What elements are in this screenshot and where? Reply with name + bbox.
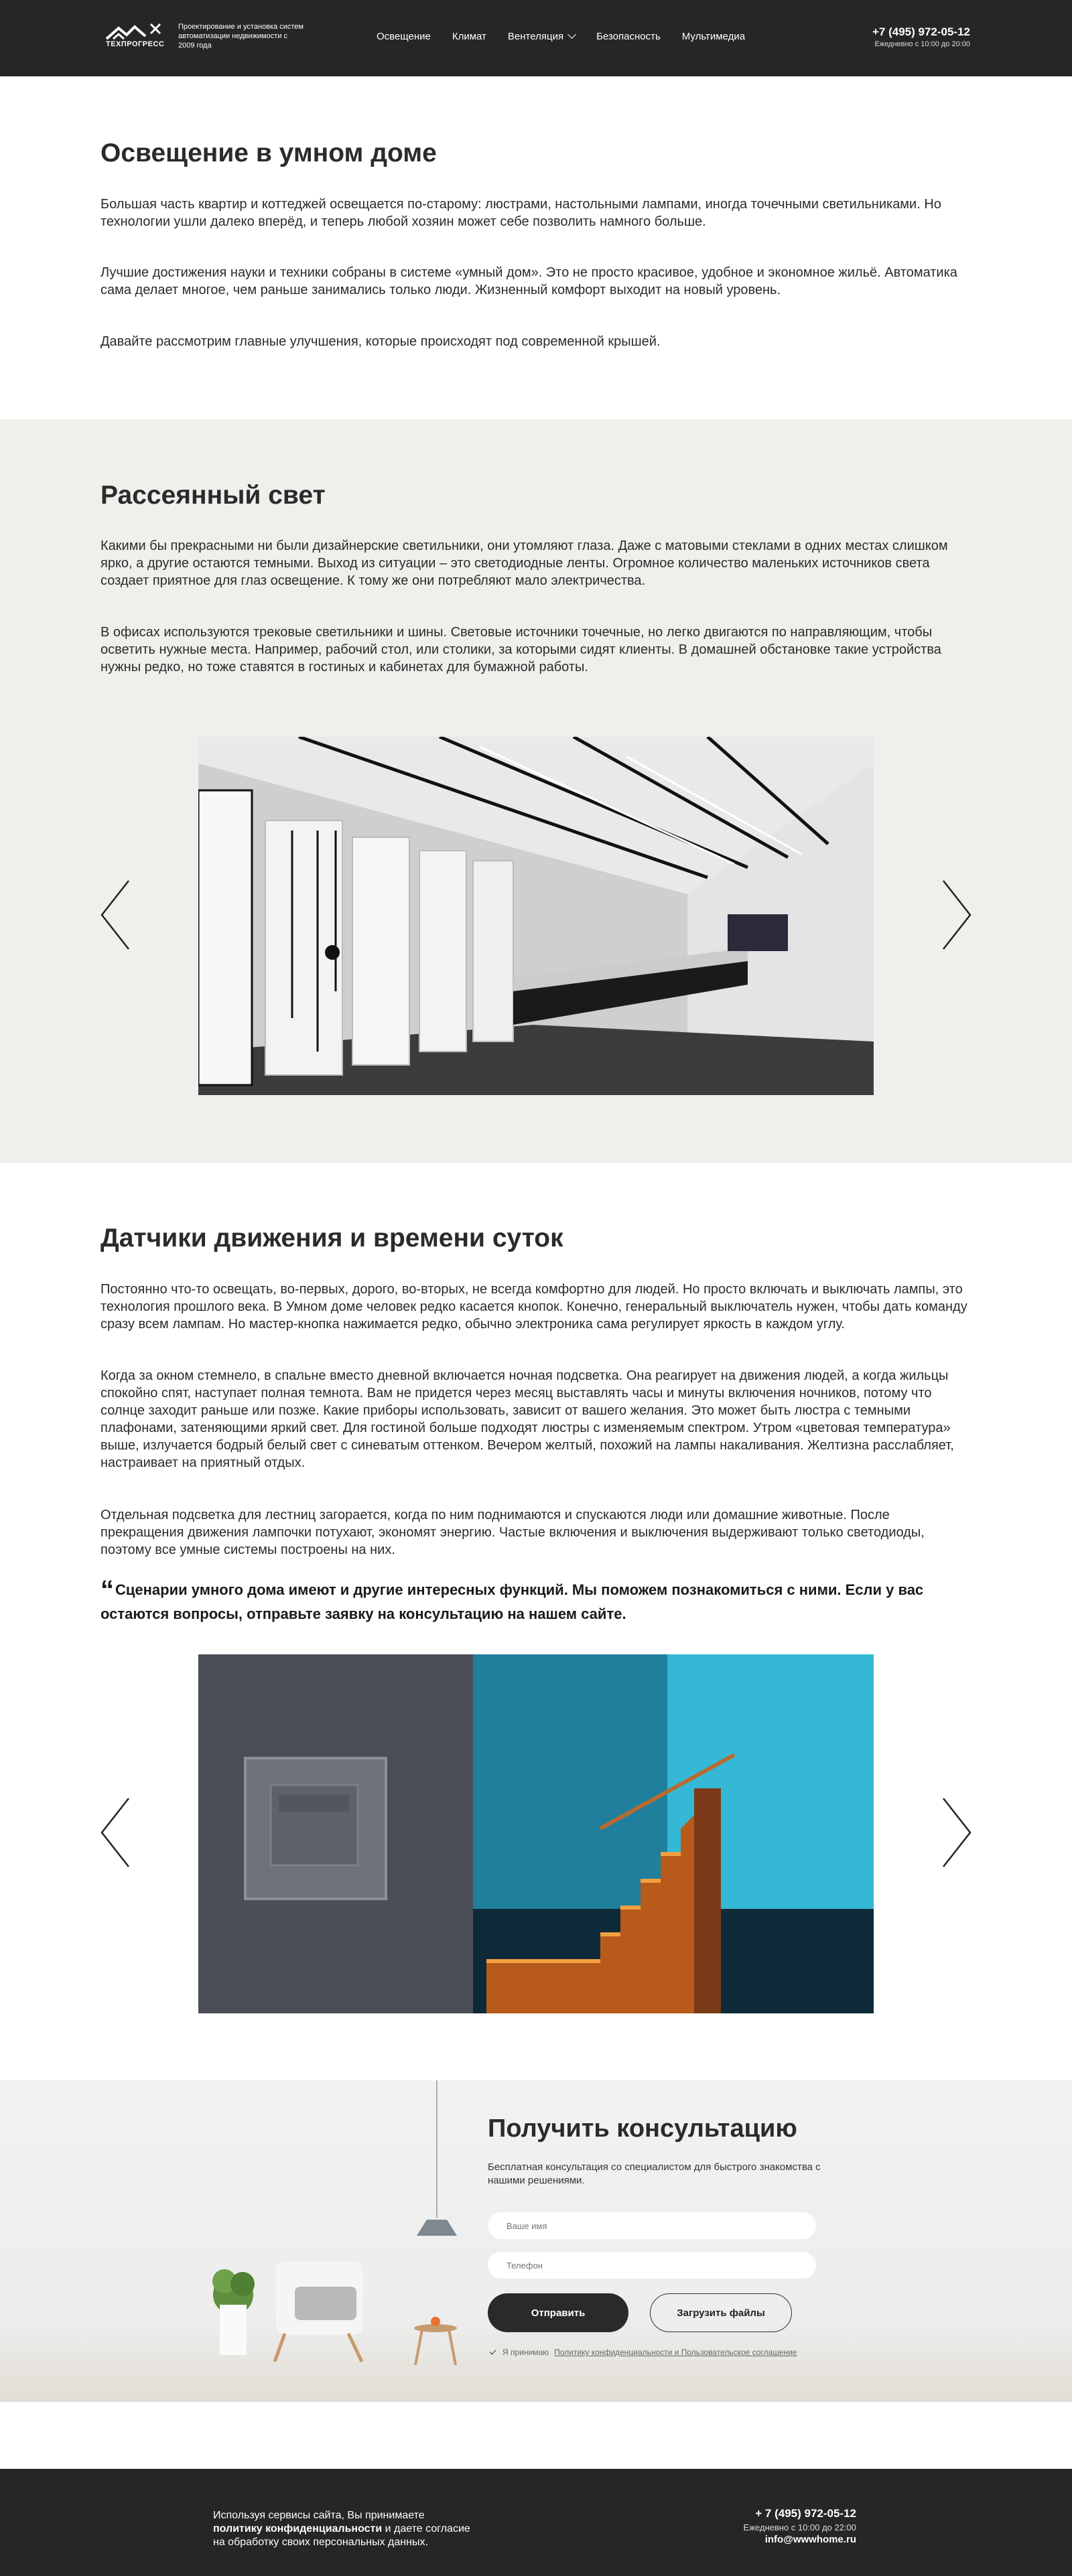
name-input[interactable] [488,2212,816,2239]
footer-note-4: на обработку своих персональных данных. [213,2536,428,2548]
sensors-paragraph-2: Когда за окном стемнело, в спальне вмест… [100,1368,954,1470]
diffuse-paragraph-2: В офисах используются трековые светильни… [100,625,941,674]
logo-house-icon[interactable] [104,20,171,54]
footer-note-1: Используя сервисы сайта, Вы принимаете [213,2510,425,2521]
cta-quote-text: Сценарии умного дома имеют и другие инте… [100,1581,924,1622]
nav-item-security[interactable]: Безопасность [596,31,661,42]
nav-item-multimedia[interactable]: Мультимедиа [682,31,745,42]
upload-files-button[interactable]: Загрузить файлы [650,2293,792,2332]
arrow-right-icon[interactable] [941,878,973,952]
diffuse-paragraph-1: Какими бы прекрасными ни были дизайнерск… [100,539,948,588]
intro-paragraph-3: Давайте рассмотрим главные улучшения, ко… [100,334,661,349]
sensors-paragraph-3: Отдельная подсветка для лестниц загорает… [100,1508,925,1557]
nav-item-climate[interactable]: Климат [452,31,486,42]
checkmark-icon[interactable] [489,2348,497,2356]
footer-note-3: и даете согласие [382,2523,470,2534]
arrow-right-icon[interactable] [941,1796,973,1869]
intro-section [0,76,1072,419]
intro-title: Освещение в умном доме [100,139,437,167]
main-nav: Освещение Климат Вентеляция Безопасность… [377,30,766,42]
header-tagline: Проектирование и установка систем автома… [178,23,304,50]
cta-quote: “Сценарии умного дома имеют и другие инт… [100,1575,972,1626]
consult-subtitle: Бесплатная консультация со специалистом … [488,2161,821,2186]
showroom-image [198,737,874,1095]
agree-text: Я принимаю [503,2348,549,2357]
header-hours: Ежедневно с 10:00 до 20:00 [874,40,970,48]
agreement: Я принимаю Политику конфиденциальности и… [489,2348,797,2357]
site-footer: Используя сервисы сайта, Вы принимаете п… [0,2469,1072,2576]
consult-title: Получить консультацию [488,2115,797,2143]
nav-item-ventilation[interactable]: Вентеляция [507,30,576,42]
diffuse-title: Рассеянный свет [100,481,326,510]
chevron-down-icon [567,30,576,39]
footer-hours: Ежедневно с 10:00 до 22:00 [743,2522,856,2532]
intro-paragraph-2: Лучшие достижения науки и техники собран… [100,265,957,297]
footer-phone[interactable]: + 7 (495) 972-05-12 [755,2507,856,2520]
agree-link[interactable]: Политику конфиденциальности и Пользовате… [554,2348,797,2357]
footer-note: Используя сервисы сайта, Вы принимаете п… [213,2509,548,2549]
sensors-title: Датчики движения и времени суток [100,1224,563,1253]
nav-item-ventilation-label: Вентеляция [507,31,564,42]
site-header: ТЕХПРОГРЕСС Проектирование и установка с… [0,0,1072,76]
quote-mark: “ [100,1575,114,1605]
intro-paragraph-1: Большая часть квартир и коттеджей освеща… [100,197,941,229]
logo-text[interactable]: ТЕХПРОГРЕСС [106,40,164,48]
footer-email[interactable]: info@wwwhome.ru [765,2534,856,2545]
nav-item-lighting[interactable]: Освещение [377,31,431,42]
send-button[interactable]: Отправить [488,2293,628,2332]
sensors-paragraph-1: Постоянно что-то освещать, во-первых, до… [100,1282,967,1332]
footer-policy-link[interactable]: политику конфиденциальности [213,2523,382,2534]
arrow-left-icon[interactable] [99,1796,131,1869]
header-phone[interactable]: +7 (495) 972-05-12 [872,25,970,39]
phone-input[interactable] [488,2252,816,2279]
sensor-stairs-image [198,1654,874,2013]
arrow-left-icon[interactable] [99,878,131,952]
